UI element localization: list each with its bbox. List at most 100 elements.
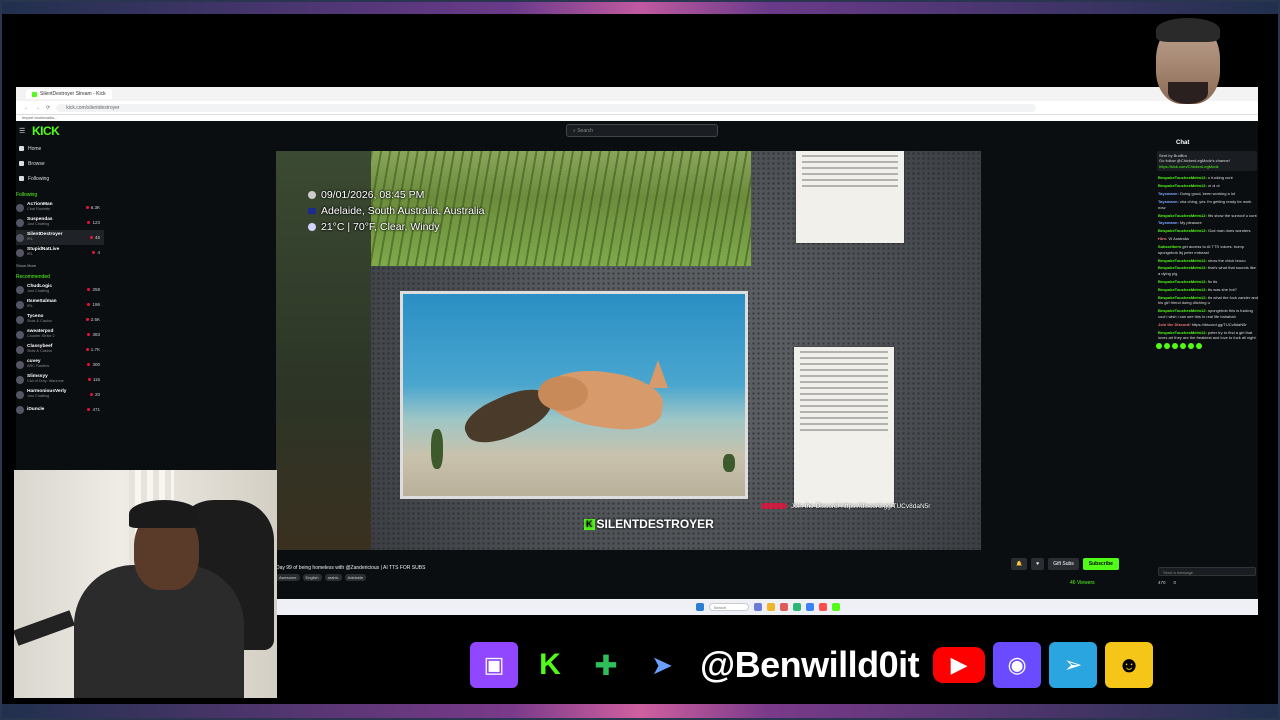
emote-icon[interactable] <box>1196 343 1202 350</box>
chat-message: BespokeTouchesMeIm12: u fucking cunt <box>1156 175 1258 181</box>
video-player[interactable]: 09/01/2026, 08:45 PM Adelaide, South Aus… <box>276 151 981 550</box>
overlay-weather: 21°C | 70°F, Clear, Windy <box>321 221 440 233</box>
channel-name: SilentDestroyer <box>27 232 63 238</box>
emote-icon[interactable] <box>1172 343 1178 350</box>
chat-text: u fucking cunt <box>1207 175 1233 181</box>
search-input[interactable]: ⌕ Search <box>566 124 718 137</box>
chat-user[interactable]: Taysmann: <box>1158 199 1179 204</box>
chat-input[interactable]: Send a message <box>1158 567 1256 576</box>
heart-button[interactable]: ♥ <box>1031 558 1045 570</box>
emote-icon[interactable] <box>1156 343 1162 350</box>
channel-category: IRL <box>27 252 33 257</box>
chat-text: https://discord.gg/TUCv8daN5r <box>1191 321 1247 327</box>
recommended-channel[interactable]: cuvey ARC Raiders 300 <box>16 357 104 372</box>
taskbar-app-icon[interactable] <box>753 603 762 611</box>
nav-browse[interactable]: Browse <box>16 156 104 171</box>
following-channel[interactable]: Ac7ionMan Chat Roulette 6.3K <box>16 200 104 215</box>
emote-icon[interactable] <box>1164 343 1170 350</box>
nav-label: Following <box>28 175 50 182</box>
avatar <box>16 345 24 354</box>
chat-user[interactable]: BespokeTouchesMeIm12: <box>1158 175 1207 180</box>
emote-icon[interactable] <box>1180 343 1186 350</box>
twitch-icon: ▣ <box>470 642 518 688</box>
address-bar[interactable]: kick.com/silentdestroyer <box>56 103 1037 112</box>
taskbar-app-icon[interactable] <box>831 603 840 611</box>
avatar <box>16 233 24 242</box>
browser-tab[interactable]: SilentDestroyer Stream - Kick <box>26 89 112 99</box>
chat-user[interactable]: Taysmann: <box>1158 191 1179 196</box>
following-channel[interactable]: Suspendas Just Chatting 123 <box>16 215 104 230</box>
chat-user[interactable]: Subscribers <box>1158 244 1181 249</box>
avatar <box>16 248 24 257</box>
pinned-link[interactable]: https://kick.com/ChickenLegModz <box>1159 164 1219 169</box>
recommended-channel[interactable]: HarmoniousVerly Just Chatting 20 <box>16 387 104 402</box>
windows-start-icon[interactable] <box>695 603 704 611</box>
recommended-channel[interactable]: ItsmeSalman IRL 196 <box>16 297 104 312</box>
taskbar-app-icon[interactable] <box>818 603 827 611</box>
following-channel[interactable]: StupidNatLive IRL 4 <box>16 245 104 260</box>
gift-subs-button[interactable]: Gift Subs <box>1048 558 1079 570</box>
chat-user[interactable]: BespokeTouchesMeIm12: <box>1158 287 1207 292</box>
chat-text: W Australia <box>1168 236 1189 242</box>
chat-message: BespokeTouchesMeIm12: tts what the fuck … <box>1156 295 1258 306</box>
purple-app-icon: ◉ <box>993 642 1042 688</box>
show-more-link[interactable]: Show More <box>16 263 104 268</box>
chat-user[interactable]: BespokeTouchesMeIm12: <box>1158 183 1207 188</box>
chat-title: Chat <box>1176 140 1190 146</box>
tag[interactable]: English <box>302 574 322 581</box>
nav-home[interactable]: Home <box>16 141 104 156</box>
avatar <box>16 218 24 227</box>
chat-user[interactable]: BespokeTouchesMeIm12: <box>1158 228 1207 233</box>
subscribe-button[interactable]: Subscribe <box>1082 558 1119 570</box>
chat-user[interactable]: Join the Discord! <box>1158 322 1191 327</box>
recommended-channel[interactable]: ChudLogic Just Chatting 258 <box>16 282 104 297</box>
taskbar-app-icon[interactable] <box>766 603 775 611</box>
emote-icon[interactable] <box>1188 343 1194 350</box>
recommended-channel[interactable]: Tyceno Slots & Casino 2.5K <box>16 312 104 327</box>
taskbar-app-icon[interactable] <box>779 603 788 611</box>
chat-user[interactable]: BespokeTouchesMeIm12: <box>1158 258 1207 263</box>
chat-user[interactable]: BespokeTouchesMeIm12: <box>1158 295 1207 300</box>
reload-icon[interactable]: ⟳ <box>46 105 50 111</box>
following-channel-active[interactable]: SilentDestroyer IRL 46 <box>16 230 104 245</box>
browser-tabbar: SilentDestroyer Stream - Kick <box>16 87 1258 101</box>
chat-user[interactable]: BespokeTouchesMeIm12: <box>1158 308 1207 313</box>
chat-user[interactable]: Hiro: <box>1158 236 1167 241</box>
avatar-overlay <box>1148 14 1230 114</box>
channel-category: Counter-Strike 2 <box>27 334 55 339</box>
chat-user[interactable]: BespokeTouchesMeIm12: <box>1158 213 1207 218</box>
taskbar-search[interactable]: Search <box>708 603 749 611</box>
bell-icon[interactable]: 🔔 <box>1011 558 1028 570</box>
viewer-count: 20 <box>90 392 100 397</box>
back-icon[interactable]: ← <box>24 105 29 111</box>
chat-user[interactable]: BespokeTouchesMeIm12: <box>1158 265 1207 270</box>
nav-following[interactable]: Following <box>16 171 104 186</box>
avatar <box>16 300 24 309</box>
chat-user[interactable]: BespokeTouchesMeIm12: <box>1158 330 1207 335</box>
heart-icon <box>19 176 24 181</box>
channel-name: ItsmeSalman <box>27 299 57 305</box>
recommended-channel[interactable]: iDuncle 471 <box>16 402 104 417</box>
forward-icon[interactable]: → <box>35 105 40 111</box>
chat-user[interactable]: BespokeTouchesMeIm12: <box>1158 279 1207 284</box>
taskbar-app-icon[interactable] <box>792 603 801 611</box>
chat-text: fix tts <box>1207 278 1218 284</box>
points-counter[interactable]: 470 <box>1158 580 1166 585</box>
menu-icon[interactable]: ☰ <box>19 127 25 135</box>
taskbar-app-icon[interactable] <box>805 603 814 611</box>
recommended-channel[interactable]: Classybeef Slots & Casino 1.7K <box>16 342 104 357</box>
socials-bar: ▣ K ✚ ➤ @Benwilld0it ▶ ◉ ➢ ☻ <box>470 640 1154 690</box>
chat-user[interactable]: Taysmann: <box>1158 220 1179 225</box>
recommended-channel[interactable]: Slimssyy Call of Duty: Warzone 115 <box>16 372 104 387</box>
kick-header: ☰ KICK ⌕ Search <box>16 121 1258 141</box>
viewer-count: 6.3K <box>86 205 100 210</box>
recommended-channel[interactable]: sweaterpxd Counter-Strike 2 383 <box>16 327 104 342</box>
search-placeholder: Search <box>577 128 594 134</box>
pinned-message: Sent by BudBro Go follow @ChickenLegModz… <box>1157 150 1257 172</box>
tag[interactable]: Awesome <box>276 574 300 581</box>
tag[interactable]: arabic <box>324 574 342 581</box>
tag[interactable]: Adelaide <box>344 574 367 581</box>
following-title: Following <box>16 192 38 198</box>
browser-urlbar: ← → ⟳ kick.com/silentdestroyer <box>16 101 1258 115</box>
kick-logo[interactable]: KICK <box>32 124 60 138</box>
